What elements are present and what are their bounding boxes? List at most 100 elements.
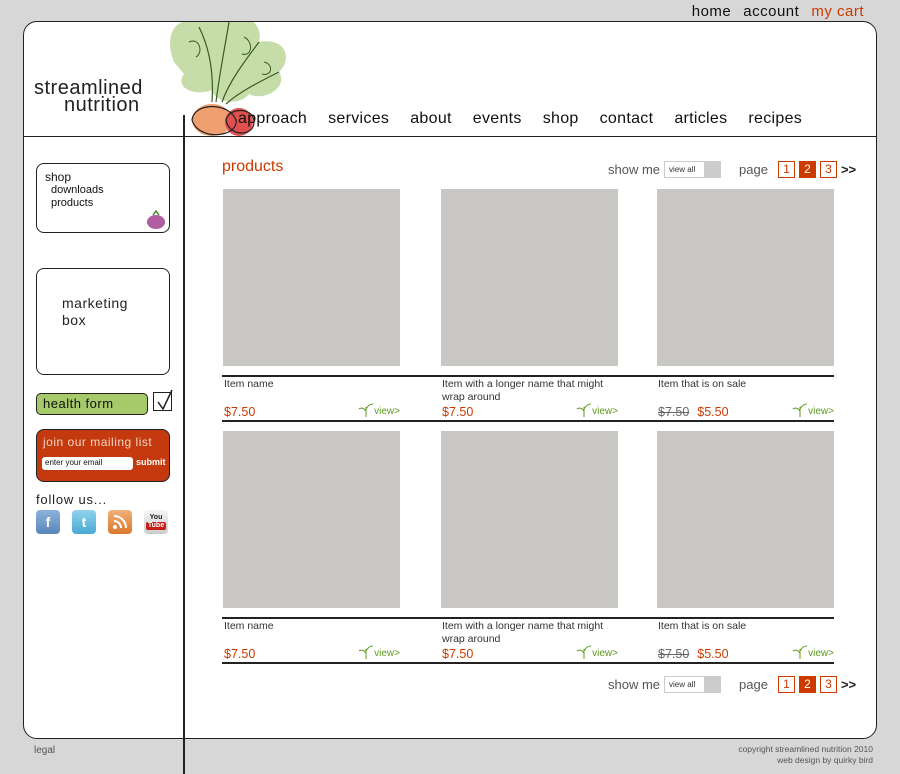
- nav-shop[interactable]: shop: [543, 110, 579, 128]
- pager-top: show me view all page 1 2 3 >>: [608, 161, 856, 178]
- header: streamlined nutrition approach services …: [24, 22, 876, 137]
- nav-recipes[interactable]: recipes: [748, 110, 802, 128]
- mailing-list-box: join our mailing list enter your email s…: [36, 429, 170, 482]
- page-1-button[interactable]: 1: [777, 161, 795, 178]
- product-name[interactable]: Item that is on sale: [658, 620, 833, 633]
- product-name[interactable]: Item that is on sale: [658, 378, 833, 391]
- sprout-icon: [792, 645, 808, 659]
- top-nav-cart[interactable]: my cart: [811, 3, 864, 20]
- product-card[interactable]: Item that is on sale $7.50 $5.50 view>: [657, 189, 834, 419]
- top-nav: home account my cart: [692, 3, 864, 20]
- page-3-button[interactable]: 3: [819, 161, 837, 178]
- product-image[interactable]: [223, 431, 400, 608]
- top-nav-account[interactable]: account: [743, 3, 799, 20]
- nav-events[interactable]: events: [473, 110, 522, 128]
- facebook-icon[interactable]: f: [36, 510, 60, 534]
- youtube-text-bottom: Tube: [145, 522, 167, 530]
- product-price: $7.50: [442, 405, 474, 419]
- design-credit: web design by quirky bird: [777, 755, 873, 765]
- product-grid: Item name $7.50 view> Item with a longer…: [222, 189, 837, 673]
- page-2-button[interactable]: 2: [798, 676, 816, 693]
- nav-approach[interactable]: approach: [238, 110, 307, 128]
- twitter-icon[interactable]: t: [72, 510, 96, 534]
- product-price: $7.50 $5.50: [658, 647, 729, 661]
- site-logo[interactable]: streamlined nutrition: [34, 78, 143, 116]
- show-me-select[interactable]: view all: [664, 676, 722, 693]
- nav-about[interactable]: about: [410, 110, 452, 128]
- sprout-icon: [358, 403, 374, 417]
- view-link[interactable]: view>: [358, 645, 400, 659]
- social-icons: f t You Tube: [36, 510, 168, 534]
- product-name[interactable]: Item with a longer name that might wrap …: [442, 378, 617, 404]
- radish-icon: [147, 209, 165, 229]
- logo-line2: nutrition: [64, 94, 140, 116]
- sprout-icon: [792, 403, 808, 417]
- mailing-submit-button[interactable]: submit: [136, 457, 166, 467]
- show-me-select[interactable]: view all: [664, 161, 722, 178]
- youtube-text-top: You: [149, 514, 163, 521]
- old-price: $7.50: [658, 647, 690, 661]
- product-image[interactable]: [223, 189, 400, 366]
- product-card[interactable]: Item name $7.50 view>: [223, 189, 400, 419]
- health-form-button[interactable]: health form: [36, 393, 148, 415]
- main-nav: approach services about events shop cont…: [238, 110, 802, 128]
- rss-icon[interactable]: [108, 510, 132, 534]
- product-image[interactable]: [441, 431, 618, 608]
- page-label: page: [739, 677, 768, 692]
- product-price: $7.50: [224, 647, 256, 661]
- product-price: $7.50: [224, 405, 256, 419]
- product-price: $7.50: [442, 647, 474, 661]
- product-image[interactable]: [657, 189, 834, 366]
- sprout-icon: [576, 403, 592, 417]
- row-divider: [222, 420, 834, 422]
- row-divider: [222, 662, 834, 664]
- show-me-label: show me: [608, 677, 661, 692]
- legal-link[interactable]: legal: [34, 745, 55, 756]
- product-image[interactable]: [657, 431, 834, 608]
- view-link[interactable]: view>: [792, 403, 834, 417]
- product-card[interactable]: Item with a longer name that might wrap …: [441, 431, 618, 661]
- product-row: Item name $7.50 view> Item with a longer…: [222, 431, 837, 673]
- page-label: page: [739, 162, 768, 177]
- product-name[interactable]: Item name: [224, 378, 399, 391]
- product-price: $7.50 $5.50: [658, 405, 729, 419]
- view-link[interactable]: view>: [576, 645, 618, 659]
- sprout-icon: [576, 645, 592, 659]
- mailing-title: join our mailing list: [43, 435, 153, 449]
- page-1-button[interactable]: 1: [777, 676, 795, 693]
- copyright-text: copyright streamlined nutrition 2010: [738, 744, 873, 754]
- next-page-button[interactable]: >>: [841, 677, 856, 692]
- page-3-button[interactable]: 3: [819, 676, 837, 693]
- nav-services[interactable]: services: [328, 110, 389, 128]
- top-nav-home[interactable]: home: [692, 3, 732, 20]
- marketing-box[interactable]: marketing box: [36, 268, 170, 375]
- nav-contact[interactable]: contact: [600, 110, 654, 128]
- marketing-line2: box: [62, 312, 87, 328]
- view-link[interactable]: view>: [576, 403, 618, 417]
- subnav-item-products[interactable]: products: [45, 197, 161, 210]
- youtube-icon[interactable]: You Tube: [144, 510, 168, 534]
- product-card[interactable]: Item with a longer name that might wrap …: [441, 189, 618, 419]
- sprout-icon: [358, 645, 374, 659]
- row-divider: [222, 617, 834, 619]
- product-card[interactable]: Item that is on sale $7.50 $5.50 view>: [657, 431, 834, 661]
- view-link[interactable]: view>: [792, 645, 834, 659]
- checkmark-icon: [153, 389, 173, 411]
- product-card[interactable]: Item name $7.50 view>: [223, 431, 400, 661]
- subnav-box: shop downloads products: [36, 163, 170, 233]
- old-price: $7.50: [658, 405, 690, 419]
- vertical-divider: [183, 115, 185, 774]
- page-2-button[interactable]: 2: [798, 161, 816, 178]
- product-image[interactable]: [441, 189, 618, 366]
- next-page-button[interactable]: >>: [841, 162, 856, 177]
- subnav-title[interactable]: shop: [45, 170, 161, 184]
- nav-articles[interactable]: articles: [674, 110, 727, 128]
- email-input[interactable]: enter your email: [42, 457, 133, 470]
- page-frame: streamlined nutrition approach services …: [23, 21, 877, 739]
- page-title: products: [222, 158, 284, 175]
- subnav-item-downloads[interactable]: downloads: [45, 184, 161, 197]
- view-link[interactable]: view>: [358, 403, 400, 417]
- product-name[interactable]: Item name: [224, 620, 399, 633]
- marketing-line1: marketing: [62, 295, 128, 311]
- product-name[interactable]: Item with a longer name that might wrap …: [442, 620, 617, 646]
